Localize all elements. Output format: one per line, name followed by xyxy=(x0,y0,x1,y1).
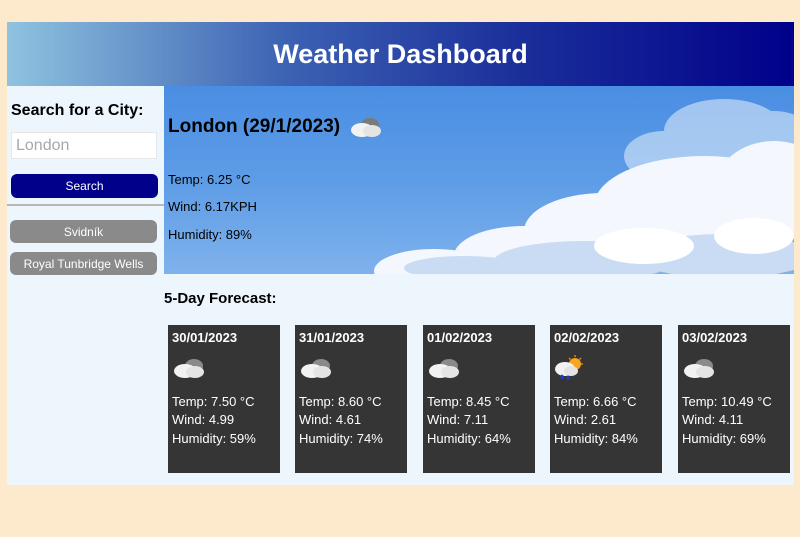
header: Weather Dashboard xyxy=(7,22,794,86)
cloudy-icon xyxy=(429,359,459,378)
search-heading: Search for a City: xyxy=(11,102,144,119)
cloudy-icon xyxy=(351,118,382,137)
forecast-card: 02/02/2023 Temp: 6.66 °C Wind: 2.61 Humi… xyxy=(550,325,662,473)
forecast-temp: Temp: 8.60 °C xyxy=(299,394,382,409)
forecast-card: 01/02/2023 Temp: 8.45 °C Wind: 7.11 Humi… xyxy=(423,325,535,473)
forecast-humidity: Humidity: 64% xyxy=(427,431,511,446)
forecast-wind: Wind: 2.61 xyxy=(554,412,617,427)
forecast-humidity: Humidity: 69% xyxy=(682,431,766,446)
forecast-date: 03/02/2023 xyxy=(682,330,748,345)
rain-sun-icon xyxy=(555,355,583,381)
forecast-wind: Wind: 4.61 xyxy=(299,412,362,427)
forecast-temp: Temp: 8.45 °C xyxy=(427,394,510,409)
page-title: Weather Dashboard xyxy=(273,38,528,69)
cloudy-icon xyxy=(301,359,331,378)
current-temp: Temp: 6.25 °C xyxy=(168,172,251,187)
forecast-card: 30/01/2023 Temp: 7.50 °C Wind: 4.99 Humi… xyxy=(168,325,280,473)
current-humidity: Humidity: 89% xyxy=(168,227,252,242)
forecast-humidity: Humidity: 59% xyxy=(172,431,256,446)
forecast-temp: Temp: 7.50 °C xyxy=(172,394,255,409)
forecast-wind: Wind: 4.99 xyxy=(172,412,235,427)
forecast-humidity: Humidity: 74% xyxy=(299,431,383,446)
forecast-date: 01/02/2023 xyxy=(427,330,493,345)
cloudy-icon xyxy=(684,359,714,378)
sidebar-divider xyxy=(7,204,164,206)
app-container: Weather Dashboard Search for a City: Sea… xyxy=(7,22,794,485)
current-wind: Wind: 6.17KPH xyxy=(168,199,257,214)
forecast-card: 31/01/2023 Temp: 8.60 °C Wind: 4.61 Humi… xyxy=(295,325,407,473)
forecast-heading: 5-Day Forecast: xyxy=(164,290,277,307)
forecast-humidity: Humidity: 84% xyxy=(554,431,638,446)
city-search-input[interactable] xyxy=(11,132,157,159)
history-button-royal-tunbridge-wells[interactable]: Royal Tunbridge Wells xyxy=(10,252,157,275)
forecast-temp: Temp: 6.66 °C xyxy=(554,394,637,409)
history-button-svidnik[interactable]: Svidník xyxy=(10,220,157,243)
current-weather-panel: London (29/1/2023) Temp: 6.25 °C Wind: 6… xyxy=(164,86,794,274)
forecast-date: 31/01/2023 xyxy=(299,330,365,345)
forecast-temp: Temp: 10.49 °C xyxy=(682,394,772,409)
cloudy-icon xyxy=(174,359,204,378)
forecast-date: 02/02/2023 xyxy=(554,330,620,345)
current-city-title: London (29/1/2023) xyxy=(168,114,384,140)
forecast-card: 03/02/2023 Temp: 10.49 °C Wind: 4.11 Hum… xyxy=(678,325,790,473)
forecast-date: 30/01/2023 xyxy=(172,330,238,345)
forecast-wind: Wind: 4.11 xyxy=(682,412,744,427)
current-city-date: London (29/1/2023) xyxy=(168,116,341,137)
sidebar: Search for a City: Search Svidník Royal … xyxy=(7,86,164,485)
search-button[interactable]: Search xyxy=(11,174,158,198)
forecast-wind: Wind: 7.11 xyxy=(427,412,489,427)
